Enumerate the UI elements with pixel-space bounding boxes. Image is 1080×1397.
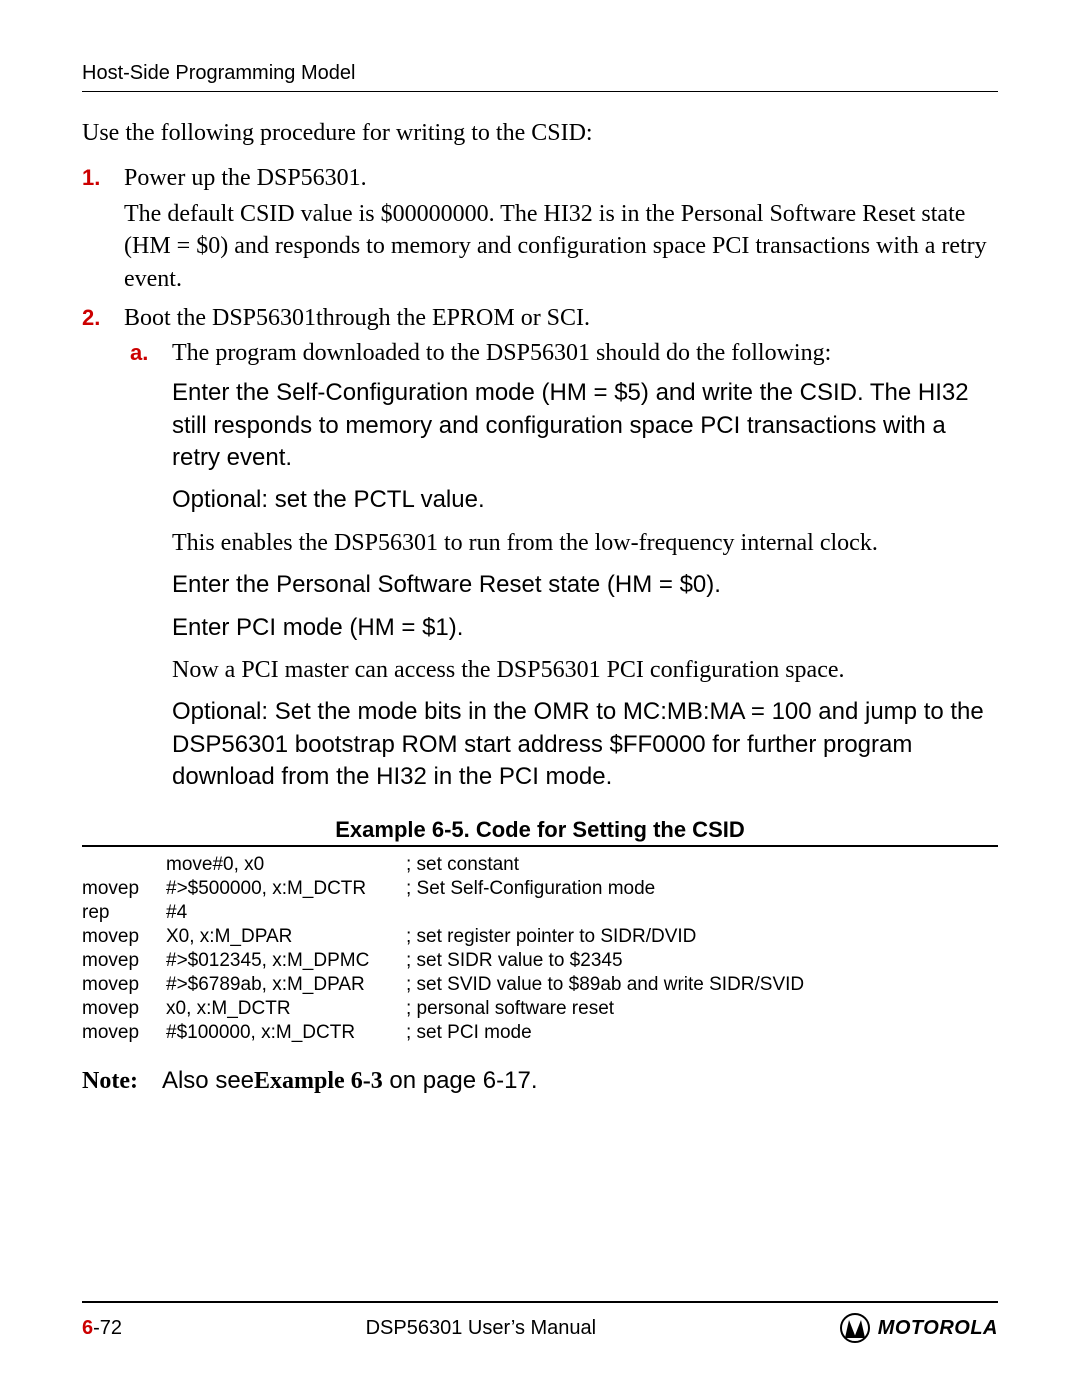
footer-title: DSP56301 User’s Manual bbox=[366, 1317, 597, 1340]
item-1-lead: Power up the DSP56301. bbox=[124, 165, 367, 191]
code-row: movep #$100000, x:M_DCTR ; set PCI mode bbox=[82, 1021, 804, 1045]
code-col-op: movep bbox=[82, 997, 166, 1021]
code-row: movep #>$012345, x:M_DPMC ; set SIDR val… bbox=[82, 949, 804, 973]
note-xref: Example 6-3 bbox=[254, 1068, 383, 1094]
sub-a-block-3: This enables the DSP56301 to run from th… bbox=[172, 527, 998, 559]
code-row: rep #4 bbox=[82, 901, 804, 925]
footer-rule bbox=[82, 1301, 998, 1303]
code-col-args: #4 bbox=[166, 901, 406, 925]
sub-a-block-1: Enter the Self-Configuration mode (HM = … bbox=[172, 377, 998, 474]
intro-paragraph: Use the following procedure for writing … bbox=[82, 120, 998, 147]
sub-a-block-2: Optional: set the PCTL value. bbox=[172, 484, 998, 516]
running-header: Host-Side Programming Model bbox=[82, 62, 998, 92]
example-rule bbox=[82, 845, 998, 847]
item-number: 2. bbox=[82, 305, 100, 331]
code-row: movep #>$6789ab, x:M_DPAR ; set SVID val… bbox=[82, 973, 804, 997]
sub-a-block-4: Enter the Personal Software Reset state … bbox=[172, 569, 998, 601]
item-number: 1. bbox=[82, 165, 100, 191]
sub-a-lead: The program downloaded to the DSP56301 s… bbox=[172, 340, 831, 366]
note-pre: Also see bbox=[162, 1067, 254, 1094]
note-label: Note: bbox=[82, 1068, 138, 1094]
page-footer: 6-72 DSP56301 User’s Manual MOTOROLA bbox=[82, 1301, 998, 1343]
procedure-list: 1. Power up the DSP56301. The default CS… bbox=[82, 165, 998, 793]
motorola-wordmark: MOTOROLA bbox=[878, 1317, 998, 1340]
code-listing: move#0, x0 ; set constant movep #>$50000… bbox=[82, 853, 804, 1045]
code-col-op: movep bbox=[82, 877, 166, 901]
code-col-op: movep bbox=[82, 925, 166, 949]
code-col-comment: ; set SIDR value to $2345 bbox=[406, 949, 804, 973]
sub-list: a. The program downloaded to the DSP5630… bbox=[130, 340, 998, 793]
item-1-body: The default CSID value is $00000000. The… bbox=[124, 198, 998, 295]
code-row: movep #>$500000, x:M_DCTR ; Set Self-Con… bbox=[82, 877, 804, 901]
code-row: move#0, x0 ; set constant bbox=[82, 853, 804, 877]
code-col-args: x0, x:M_DCTR bbox=[166, 997, 406, 1021]
procedure-item-1: 1. Power up the DSP56301. The default CS… bbox=[82, 165, 998, 295]
code-col-op: movep bbox=[82, 973, 166, 997]
code-col-comment: ; set PCI mode bbox=[406, 1021, 804, 1045]
code-col-op bbox=[82, 853, 166, 877]
motorola-logo-icon bbox=[840, 1313, 870, 1343]
code-col-args: #>$6789ab, x:M_DPAR bbox=[166, 973, 406, 997]
code-col-args: #>$012345, x:M_DPMC bbox=[166, 949, 406, 973]
code-col-comment: ; set constant bbox=[406, 853, 804, 877]
code-col-args: X0, x:M_DPAR bbox=[166, 925, 406, 949]
sub-a-block-5: Enter PCI mode (HM = $1). bbox=[172, 612, 998, 644]
code-col-comment: ; set register pointer to SIDR/DVID bbox=[406, 925, 804, 949]
sub-item-a: a. The program downloaded to the DSP5630… bbox=[130, 340, 998, 793]
code-row: movep x0, x:M_DCTR ; personal software r… bbox=[82, 997, 804, 1021]
code-row: movep X0, x:M_DPAR ; set register pointe… bbox=[82, 925, 804, 949]
code-col-comment: ; set SVID value to $89ab and write SIDR… bbox=[406, 973, 804, 997]
code-col-comment: ; Set Self-Configuration mode bbox=[406, 877, 804, 901]
sub-a-block-7: Optional: Set the mode bits in the OMR t… bbox=[172, 696, 998, 793]
procedure-item-2: 2. Boot the DSP56301through the EPROM or… bbox=[82, 305, 998, 793]
code-col-op: rep bbox=[82, 901, 166, 925]
note-line: Note: Also seeExample 6-3 on page 6-17. bbox=[82, 1067, 998, 1095]
footer-brand: MOTOROLA bbox=[840, 1313, 998, 1343]
item-2-lead: Boot the DSP56301through the EPROM or SC… bbox=[124, 305, 998, 332]
footer-page: -72 bbox=[93, 1317, 122, 1339]
code-col-op: movep bbox=[82, 1021, 166, 1045]
code-col-args: move#0, x0 bbox=[166, 853, 406, 877]
page: Host-Side Programming Model Use the foll… bbox=[0, 0, 1080, 1397]
code-col-args: #$100000, x:M_DCTR bbox=[166, 1021, 406, 1045]
code-col-comment: ; personal software reset bbox=[406, 997, 804, 1021]
footer-chapter: 6 bbox=[82, 1317, 93, 1339]
code-col-comment bbox=[406, 901, 804, 925]
example-title: Example 6-5. Code for Setting the CSID bbox=[82, 817, 998, 843]
sub-a-block-6: Now a PCI master can access the DSP56301… bbox=[172, 654, 998, 686]
footer-page-number: 6-72 bbox=[82, 1317, 122, 1340]
code-col-op: movep bbox=[82, 949, 166, 973]
code-col-args: #>$500000, x:M_DCTR bbox=[166, 877, 406, 901]
note-post: on page 6-17. bbox=[383, 1067, 538, 1094]
sub-item-number: a. bbox=[130, 340, 148, 366]
